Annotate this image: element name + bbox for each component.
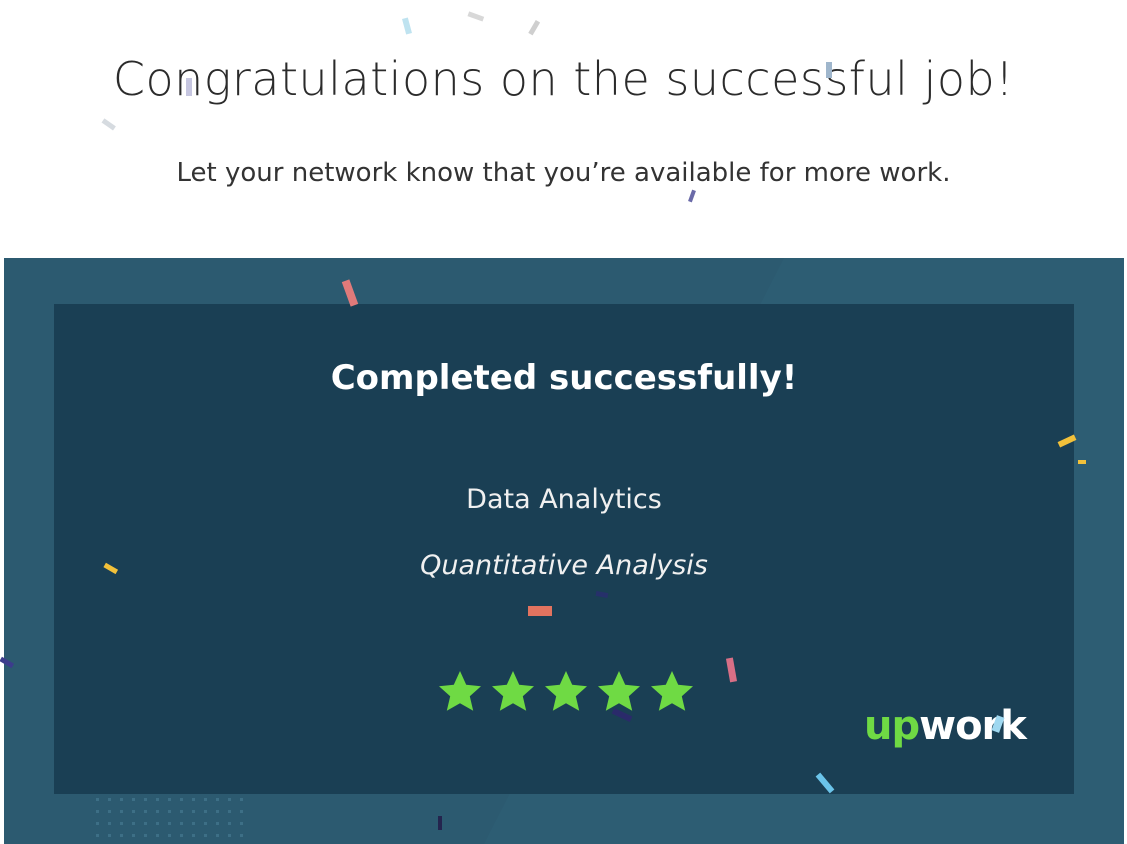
star-rating [436, 668, 696, 720]
achievement-card: Completed successfully! Data Analytics Q… [4, 258, 1124, 844]
job-subcategory: Quantitative Analysis [420, 550, 708, 581]
completion-status: Completed successfully! [330, 358, 798, 398]
star-icon [439, 671, 481, 711]
star-icon [492, 671, 534, 711]
upwork-logo: upwork [864, 703, 1027, 749]
share-achievement-page: Congratulations on the successful job! L… [0, 0, 1127, 844]
star-icon [651, 671, 693, 711]
page-title: Congratulations on the successful job! [112, 52, 1015, 106]
page-subtitle: Let your network know that you’re availa… [176, 158, 951, 188]
logo-work-text: work [919, 703, 1027, 749]
job-category: Data Analytics [466, 484, 662, 515]
star-icon [545, 671, 587, 711]
logo-up-text: up [864, 703, 920, 749]
star-icon [598, 671, 640, 711]
